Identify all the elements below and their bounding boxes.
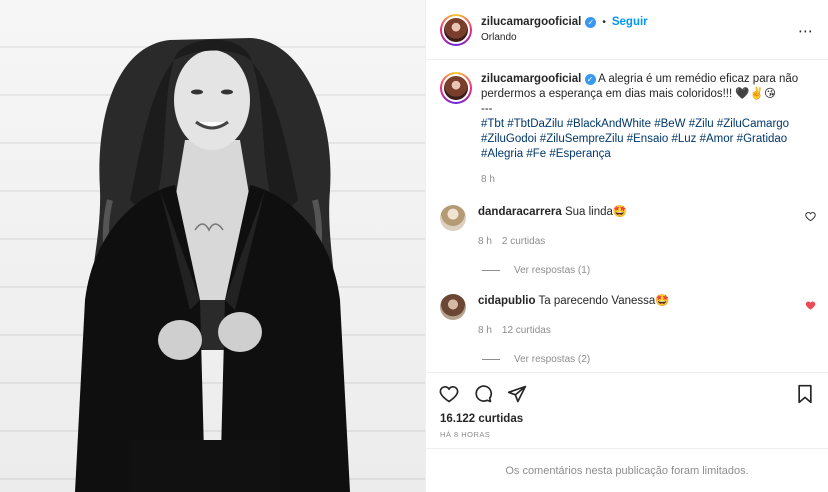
- author-avatar[interactable]: [440, 13, 472, 46]
- commenter-avatar[interactable]: [440, 205, 466, 231]
- comment-time[interactable]: 8 h: [478, 234, 492, 249]
- caption-username[interactable]: zilucamargooficial: [481, 73, 581, 85]
- author-username[interactable]: zilucamargooficial: [481, 15, 581, 30]
- comment-item: dandaracarrera Sua linda🤩 8 h 2 curtidas: [426, 205, 828, 249]
- comments-scroll-area[interactable]: zilucamargooficial ✓ A alegria é um remé…: [426, 60, 828, 372]
- post-location[interactable]: Orlando: [481, 30, 648, 45]
- caption-hashtags-2[interactable]: #ZiluGodoi #ZiluSempreZilu #Ensaio #Luz …: [481, 132, 801, 147]
- comment-text: Sua linda🤩: [564, 206, 628, 218]
- like-heart-icon[interactable]: [438, 383, 460, 405]
- save-bookmark-icon[interactable]: [794, 383, 816, 405]
- comment-like-heart-icon[interactable]: [805, 300, 816, 314]
- post-header: zilucamargooficial ✓ • Seguir Orlando ⋯: [426, 0, 828, 60]
- more-options-icon[interactable]: ⋯: [798, 22, 814, 40]
- commenter-username[interactable]: cidapublio: [478, 295, 536, 307]
- post-timestamp[interactable]: HÁ 8 HORAS: [426, 425, 828, 439]
- caption-hashtags-3[interactable]: #Alegria #Fe #Esperança: [481, 147, 801, 162]
- caption-avatar[interactable]: [440, 72, 472, 104]
- comment-text: Ta parecendo Vanessa🤩: [538, 295, 670, 307]
- view-replies-label[interactable]: Ver respostas (2): [514, 354, 590, 365]
- comment-likes[interactable]: 12 curtidas: [502, 323, 551, 338]
- post-side-panel: zilucamargooficial ✓ • Seguir Orlando ⋯ …: [425, 0, 828, 492]
- post-actions: 16.122 curtidas HÁ 8 HORAS: [426, 372, 828, 439]
- comment-like-heart-icon[interactable]: [805, 211, 816, 225]
- comment-item: cidapublio Ta parecendo Vanessa🤩 8 h 12 …: [426, 294, 828, 338]
- comment-time[interactable]: 8 h: [478, 323, 492, 338]
- woman-portrait-image: [75, 38, 350, 492]
- view-replies-label[interactable]: Ver respostas (1): [514, 265, 590, 276]
- share-send-icon[interactable]: [506, 383, 528, 405]
- likes-count[interactable]: 16.122 curtidas: [426, 407, 828, 425]
- view-replies-button[interactable]: Ver respostas (1): [482, 265, 828, 276]
- caption-hashtags-1[interactable]: #Tbt #TbtDaZilu #BlackAndWhite #BeW #Zil…: [481, 117, 801, 132]
- comment-bubble-icon[interactable]: [472, 383, 494, 405]
- view-replies-button[interactable]: Ver respostas (2): [482, 354, 828, 365]
- instagram-post: zilucamargooficial ✓ • Seguir Orlando ⋯ …: [0, 0, 828, 492]
- commenter-username[interactable]: dandaracarrera: [478, 206, 562, 218]
- comments-limited-notice: Os comentários nesta publicação foram li…: [426, 448, 828, 492]
- header-separator: •: [602, 16, 606, 28]
- caption-time[interactable]: 8 h: [481, 172, 801, 187]
- verified-badge-icon: ✓: [585, 16, 597, 28]
- post-caption: zilucamargooficial ✓ A alegria é um remé…: [426, 60, 828, 187]
- commenter-avatar[interactable]: [440, 294, 466, 320]
- post-photo[interactable]: [0, 0, 425, 492]
- comment-likes[interactable]: 2 curtidas: [502, 234, 545, 249]
- caption-separator: ---: [481, 103, 493, 115]
- follow-button[interactable]: Seguir: [612, 15, 648, 30]
- verified-badge-icon: ✓: [584, 74, 596, 85]
